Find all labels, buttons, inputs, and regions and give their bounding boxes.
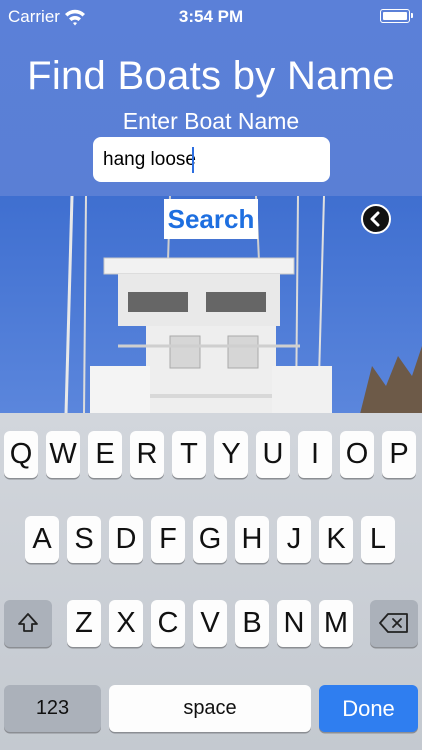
key-f[interactable]: F [151, 516, 185, 563]
backspace-icon [379, 613, 408, 633]
chevron-left-icon [370, 211, 380, 227]
key-h[interactable]: H [235, 516, 269, 563]
text-caret [192, 147, 194, 173]
key-p[interactable]: P [382, 431, 416, 478]
boat-name-input[interactable] [93, 137, 330, 182]
key-j[interactable]: J [277, 516, 311, 563]
key-z[interactable]: Z [67, 600, 101, 647]
key-y[interactable]: Y [214, 431, 248, 478]
space-key[interactable]: space [109, 685, 311, 732]
delete-key[interactable] [370, 600, 418, 647]
key-e[interactable]: E [88, 431, 122, 478]
key-t[interactable]: T [172, 431, 206, 478]
key-m[interactable]: M [319, 600, 353, 647]
key-x[interactable]: X [109, 600, 143, 647]
key-s[interactable]: S [67, 516, 101, 563]
keyboard: Q W E R T Y U I O P A S D F G H J K L Z … [0, 413, 422, 750]
key-o[interactable]: O [340, 431, 374, 478]
done-key[interactable]: Done [319, 685, 418, 732]
key-b[interactable]: B [235, 600, 269, 647]
key-u[interactable]: U [256, 431, 290, 478]
key-d[interactable]: D [109, 516, 143, 563]
key-n[interactable]: N [277, 600, 311, 647]
search-button[interactable]: Search [164, 199, 258, 239]
shift-icon [18, 613, 38, 632]
page-title: Find Boats by Name [27, 54, 395, 98]
battery-icon [380, 9, 413, 23]
key-g[interactable]: G [193, 516, 227, 563]
boat-name-label: Enter Boat Name [122, 108, 300, 134]
key-q[interactable]: Q [4, 431, 38, 478]
key-l[interactable]: L [361, 516, 395, 563]
key-a[interactable]: A [25, 516, 59, 563]
back-button[interactable] [361, 204, 391, 234]
key-v[interactable]: V [193, 600, 227, 647]
clock: 3:54 PM [178, 7, 244, 26]
status-bar: Carrier 3:54 PM [0, 0, 422, 34]
key-r[interactable]: R [130, 431, 164, 478]
key-w[interactable]: W [46, 431, 80, 478]
key-c[interactable]: C [151, 600, 185, 647]
key-i[interactable]: I [298, 431, 332, 478]
shift-key[interactable] [4, 600, 52, 647]
numbers-key[interactable]: 123 [4, 685, 101, 732]
key-k[interactable]: K [319, 516, 353, 563]
